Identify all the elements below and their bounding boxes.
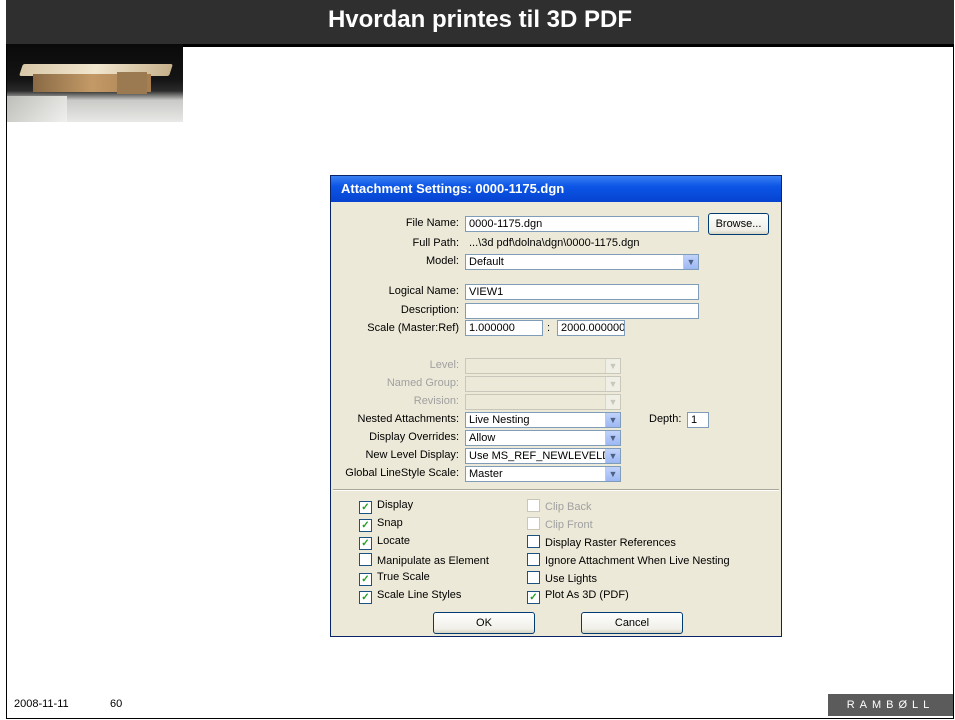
logical-name-field[interactable]: VIEW1 — [465, 284, 699, 300]
ignore-attachment-checkbox[interactable]: Ignore Attachment When Live Nesting — [527, 553, 730, 567]
chevron-down-icon: ▼ — [605, 359, 620, 373]
chevron-down-icon[interactable]: ▼ — [605, 413, 620, 427]
checkbox-check-icon[interactable]: ✓ — [359, 537, 372, 550]
logical-name-label: Logical Name: — [388, 285, 459, 297]
scale-line-styles-checkbox[interactable]: ✓ Scale Line Styles — [359, 589, 461, 604]
depth-label: Depth: — [649, 413, 682, 425]
true-scale-checkbox[interactable]: ✓ True Scale — [359, 571, 430, 586]
company-logo: RAMBØLL — [828, 694, 953, 716]
description-label: Description: — [400, 304, 459, 316]
checkbox-empty-icon[interactable] — [359, 553, 372, 566]
clip-back-checkbox: Clip Back — [527, 499, 591, 513]
chevron-down-icon: ▼ — [605, 395, 620, 409]
attachment-settings-dialog: Attachment Settings: 0000-1175.dgn File … — [330, 175, 782, 637]
locate-checkbox[interactable]: ✓ Locate — [359, 535, 410, 550]
new-level-display-value: Use MS_REF_NEWLEVELDISPLAY — [469, 450, 620, 462]
full-path-value: ...\3d pdf\dolna\dgn\0000-1175.dgn — [469, 237, 640, 249]
checkbox-empty-icon[interactable] — [527, 571, 540, 584]
plot-as-3d-pdf-checkbox[interactable]: ✓ Plot As 3D (PDF) — [527, 589, 629, 604]
scale-separator: : — [547, 322, 551, 334]
linestyle-scale-value: Master — [469, 468, 503, 480]
slide-title: Hvordan printes til 3D PDF — [327, 6, 633, 33]
display-raster-references-checkbox[interactable]: Display Raster References — [527, 535, 676, 549]
chevron-down-icon[interactable]: ▼ — [605, 431, 620, 445]
description-field[interactable] — [465, 303, 699, 319]
level-label: Level: — [429, 359, 459, 371]
linestyle-scale-combo[interactable]: Master ▼ — [465, 466, 621, 482]
model-label: Model: — [425, 255, 459, 267]
checkbox-empty-icon — [527, 499, 540, 512]
revision-label: Revision: — [413, 395, 459, 407]
chevron-down-icon[interactable]: ▼ — [605, 449, 620, 463]
checkbox-check-icon[interactable]: ✓ — [527, 591, 540, 604]
nested-attachments-label: Nested Attachments: — [357, 413, 460, 425]
dialog-title: Attachment Settings: 0000-1175.dgn — [331, 176, 781, 202]
ok-button[interactable]: OK — [433, 612, 535, 634]
new-level-display-label: New Level Display: — [365, 449, 459, 461]
named-group-label: Named Group: — [386, 377, 459, 389]
display-overrides-combo[interactable]: Allow ▼ — [465, 430, 621, 446]
display-checkbox[interactable]: ✓ Display — [359, 499, 413, 514]
building-photo — [7, 44, 183, 122]
file-name-label: File Name: — [405, 217, 459, 229]
linestyle-scale-label: Global LineStyle Scale: — [345, 467, 459, 479]
manipulate-as-element-checkbox[interactable]: Manipulate as Element — [359, 553, 489, 567]
cancel-button[interactable]: Cancel — [581, 612, 683, 634]
checkbox-empty-icon[interactable] — [527, 553, 540, 566]
scale-label: Scale (Master:Ref) — [367, 322, 459, 334]
nested-attachments-value: Live Nesting — [469, 414, 530, 426]
clip-front-checkbox: Clip Front — [527, 517, 593, 531]
scale-ref-field[interactable]: 2000.000000 — [557, 320, 625, 336]
scale-master-field[interactable]: 1.000000 — [465, 320, 543, 336]
chevron-down-icon[interactable]: ▼ — [605, 467, 620, 481]
depth-field[interactable]: 1 — [687, 412, 709, 428]
model-value: Default — [469, 256, 504, 268]
checkbox-check-icon[interactable]: ✓ — [359, 573, 372, 586]
named-group-combo: ▼ — [465, 376, 621, 392]
display-overrides-label: Display Overrides: — [369, 431, 459, 443]
full-path-label: Full Path: — [412, 237, 459, 249]
snap-checkbox[interactable]: ✓ Snap — [359, 517, 403, 532]
dialog-separator — [333, 489, 779, 491]
checkbox-empty-icon — [527, 517, 540, 530]
new-level-display-combo[interactable]: Use MS_REF_NEWLEVELDISPLAY ▼ — [465, 448, 621, 464]
use-lights-checkbox[interactable]: Use Lights — [527, 571, 597, 585]
file-name-field[interactable]: 0000-1175.dgn — [465, 216, 699, 232]
chevron-down-icon: ▼ — [605, 377, 620, 391]
revision-combo: ▼ — [465, 394, 621, 410]
checkbox-empty-icon[interactable] — [527, 535, 540, 548]
level-combo: ▼ — [465, 358, 621, 374]
checkbox-check-icon[interactable]: ✓ — [359, 501, 372, 514]
browse-button[interactable]: Browse... — [708, 213, 769, 235]
chevron-down-icon[interactable]: ▼ — [683, 255, 698, 269]
nested-attachments-combo[interactable]: Live Nesting ▼ — [465, 412, 621, 428]
slide-title-bar: Hvordan printes til 3D PDF — [6, 0, 954, 47]
slide-date: 2008-11-11 — [14, 698, 69, 710]
checkbox-check-icon[interactable]: ✓ — [359, 519, 372, 532]
model-combo[interactable]: Default ▼ — [465, 254, 699, 270]
slide-page-number: 60 — [110, 698, 123, 710]
display-overrides-value: Allow — [469, 432, 496, 444]
checkbox-check-icon[interactable]: ✓ — [359, 591, 372, 604]
